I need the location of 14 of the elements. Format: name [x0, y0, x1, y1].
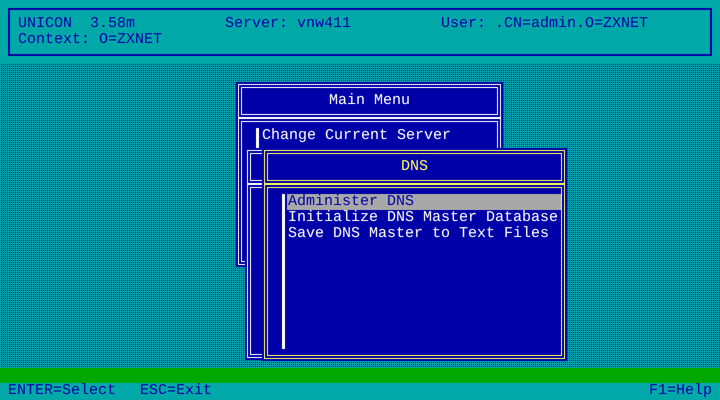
menu-item[interactable]: Administer DNS: [287, 194, 561, 210]
user-text: User: .CN=admin.O=ZXNET: [441, 16, 648, 32]
key-hint: ENTER=Select: [8, 383, 116, 400]
menu-item[interactable]: Initialize DNS Master Database: [287, 210, 560, 226]
help-hint: F1=Help: [648, 383, 712, 400]
server-text: Server: vnw411: [225, 16, 352, 32]
version-text: 3.58m: [90, 16, 136, 32]
menu-item[interactable]: Save DNS Master to Text Files: [287, 226, 550, 242]
menu-item[interactable]: Change Current Server: [261, 128, 452, 144]
menu-title: DNS: [400, 159, 428, 175]
context-text: Context: O=ZXNET: [18, 32, 162, 48]
menu-title: Main Menu: [328, 93, 410, 109]
key-hint: ESC=Exit: [140, 383, 212, 400]
program-name: UNICON: [18, 16, 74, 32]
